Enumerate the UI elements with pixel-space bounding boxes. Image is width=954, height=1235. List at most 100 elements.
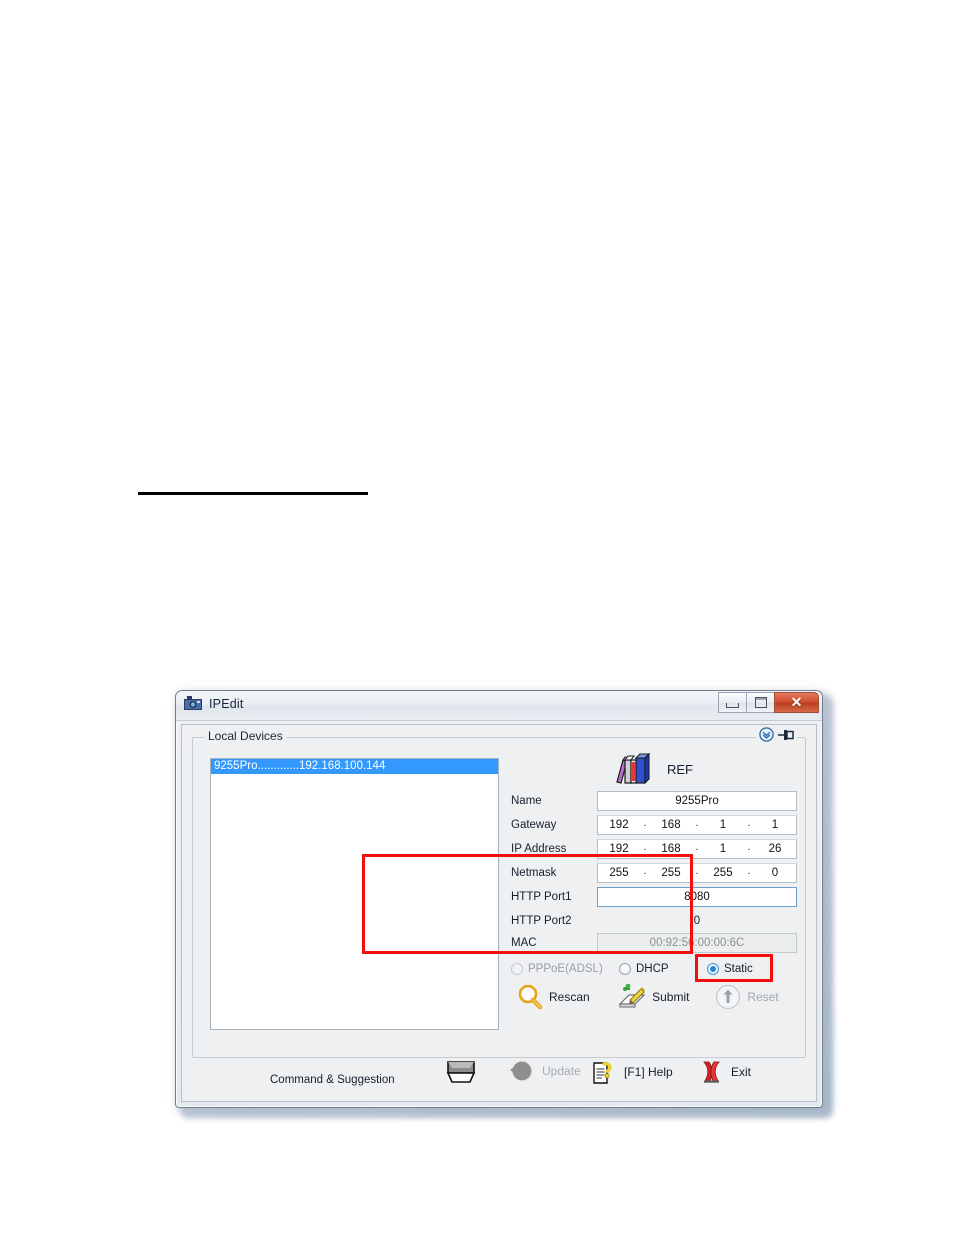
window-controls: ✕ [718, 692, 819, 713]
help-document-icon [592, 1059, 617, 1085]
field-control-mac: 00:92:56:00:00:6C [597, 933, 797, 953]
field-label-http-port2: HTTP Port2 [511, 915, 572, 927]
close-button[interactable]: ✕ [774, 692, 819, 713]
field-control-netmask[interactable]: 255 . 255 . 255 . 0 [597, 863, 797, 883]
connection-mode-radios: PPPoE(ADSL) DHCP Static [509, 958, 797, 980]
field-control-name[interactable]: 9255Pro [597, 791, 797, 811]
ipedit-window: IPEdit ✕ Local Devices 9255Pro..........… [175, 690, 823, 1108]
radio-static[interactable]: Static [697, 963, 777, 975]
field-label-netmask: Netmask [511, 867, 557, 879]
octet-separator: . [747, 864, 751, 877]
magnifier-icon [517, 984, 543, 1010]
octet-1[interactable]: 192 [598, 843, 640, 855]
mac-input: 00:92:56:00:00:6C [597, 933, 797, 953]
submit-label: Submit [652, 990, 690, 1004]
http-port1-input[interactable]: 8080 [597, 887, 797, 907]
field-control-ip-address[interactable]: 192 . 168 . 1 . 26 [597, 839, 797, 859]
octet-4[interactable]: 26 [754, 843, 796, 855]
radio-label-pppoe: PPPoE(ADSL) [528, 963, 603, 975]
reset-button: Reset [715, 984, 797, 1010]
ip-address-input[interactable]: 192 . 168 . 1 . 26 [597, 839, 797, 859]
octet-separator: . [747, 840, 751, 853]
octet-4[interactable]: 1 [754, 819, 796, 831]
action-buttons: Rescan Submit Reset [509, 980, 797, 1014]
octet-2[interactable]: 168 [650, 819, 692, 831]
radio-dot-dhcp[interactable] [619, 963, 631, 975]
field-row-gateway: Gateway 192 . 168 . 1 . 1 [509, 814, 797, 836]
radio-dot-pppoe [511, 963, 523, 975]
field-label-mac: MAC [511, 937, 537, 949]
refresh-icon [508, 1059, 535, 1083]
octet-4[interactable]: 0 [754, 867, 796, 879]
field-row-netmask: Netmask 255 . 255 . 255 . 0 [509, 862, 797, 884]
field-row-mac: MAC 00:92:56:00:00:6C [509, 932, 797, 954]
octet-separator: . [695, 864, 699, 877]
tray-icon [444, 1059, 478, 1085]
ref-label: REF [667, 761, 693, 777]
submit-button[interactable]: Submit [618, 984, 715, 1010]
netmask-input[interactable]: 255 . 255 . 255 . 0 [597, 863, 797, 883]
rescan-label: Rescan [549, 990, 590, 1004]
field-row-ip-address: IP Address 192 . 168 . 1 . 26 [509, 838, 797, 860]
field-row-name: Name 9255Pro [509, 790, 797, 812]
rescan-button[interactable]: Rescan [509, 984, 618, 1010]
octet-separator: . [643, 816, 647, 829]
list-item[interactable]: 9255Pro.............192.168.100.144 [211, 759, 498, 774]
exit-label: Exit [731, 1065, 752, 1079]
chevron-down-circle-icon[interactable] [759, 727, 774, 742]
field-label-gateway: Gateway [511, 819, 557, 831]
octet-separator: . [643, 864, 647, 877]
octet-3[interactable]: 1 [702, 843, 744, 855]
exit-button[interactable]: Exit [700, 1059, 751, 1085]
title-bar[interactable]: IPEdit ✕ [176, 691, 822, 721]
client-area: Local Devices 9255Pro.............192.16… [181, 724, 817, 1102]
octet-separator: . [643, 840, 647, 853]
field-control-http-port1[interactable]: 8080 [597, 887, 797, 907]
octet-3[interactable]: 1 [702, 819, 744, 831]
field-label-name: Name [511, 795, 542, 807]
help-button[interactable]: [F1] Help [592, 1059, 673, 1085]
octet-1[interactable]: 255 [598, 867, 640, 879]
octet-separator: . [747, 816, 751, 829]
title-bar-left: IPEdit [184, 696, 244, 711]
gateway-input[interactable]: 192 . 168 . 1 . 1 [597, 815, 797, 835]
minimize-button[interactable] [718, 692, 747, 713]
command-suggestion-label: Command & Suggestion [270, 1074, 395, 1086]
octet-2[interactable]: 168 [650, 843, 692, 855]
page-underline-rule [138, 492, 368, 495]
field-label-http-port1: HTTP Port1 [511, 891, 572, 903]
local-devices-group: Local Devices 9255Pro.............192.16… [192, 727, 806, 1058]
radio-dhcp[interactable]: DHCP [619, 963, 697, 975]
ref-header: REF [509, 748, 797, 790]
tray-icon-button[interactable] [444, 1059, 478, 1085]
group-legend: Local Devices [204, 729, 287, 743]
octet-3[interactable]: 255 [702, 867, 744, 879]
camera-icon [184, 696, 202, 711]
update-label: Update [542, 1064, 581, 1078]
minimize-icon [726, 702, 739, 708]
radio-label-static: Static [724, 963, 753, 975]
arrow-up-circle-icon [715, 984, 741, 1010]
bottom-toolbar: Command & Suggestion Update [F1] Help Ex… [192, 1060, 806, 1097]
field-row-http-port2: HTTP Port2 0 [509, 910, 797, 932]
pencil-note-icon [618, 984, 646, 1010]
pushpin-icon[interactable] [778, 728, 794, 742]
device-list[interactable]: 9255Pro.............192.168.100.144 [210, 758, 499, 1030]
radio-dot-static[interactable] [707, 963, 719, 975]
maximize-icon [754, 697, 767, 708]
http-port2-input: 0 [693, 915, 701, 927]
reference-books-icon [613, 752, 651, 786]
octet-separator: . [695, 816, 699, 829]
octet-1[interactable]: 192 [598, 819, 640, 831]
maximize-button[interactable] [746, 692, 775, 713]
help-label: [F1] Help [624, 1065, 673, 1079]
update-button: Update [508, 1059, 581, 1083]
field-control-http-port2: 0 [597, 911, 797, 931]
device-properties-panel: REF Name 9255Pro Gateway 192 . 168 . 1 .… [509, 746, 797, 1046]
radio-pppoe: PPPoE(ADSL) [509, 963, 619, 975]
window-title: IPEdit [209, 696, 244, 711]
field-control-gateway[interactable]: 192 . 168 . 1 . 1 [597, 815, 797, 835]
octet-2[interactable]: 255 [650, 867, 692, 879]
name-input[interactable]: 9255Pro [597, 791, 797, 811]
reset-label: Reset [747, 990, 779, 1004]
